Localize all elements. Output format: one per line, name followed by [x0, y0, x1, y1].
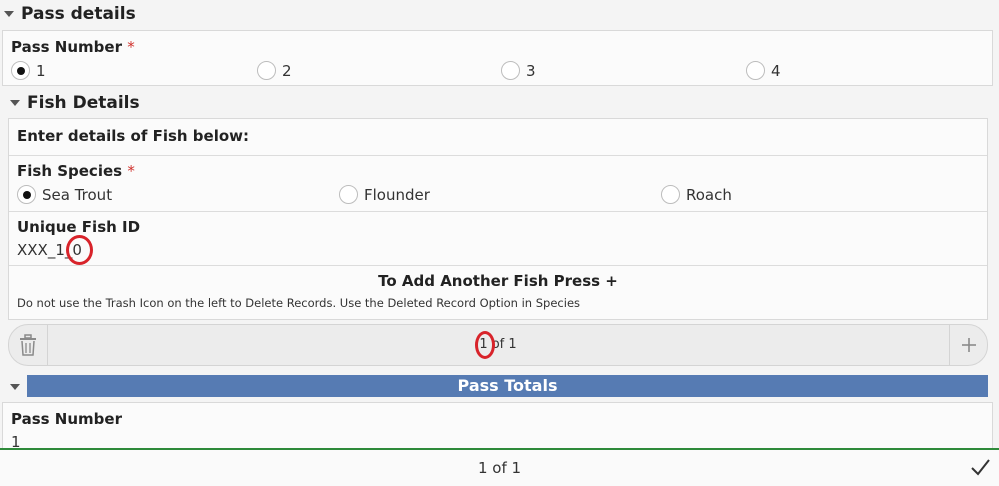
- trash-icon: [20, 334, 36, 356]
- radio-label: 4: [771, 61, 781, 80]
- radio-selected-icon: [11, 61, 30, 80]
- submit-button[interactable]: [969, 456, 993, 480]
- fish-species-label: Fish Species *: [17, 162, 135, 180]
- pass-number-option-1[interactable]: 1: [11, 61, 46, 80]
- collapse-triangle-icon: [10, 100, 20, 106]
- radio-label: 1: [36, 61, 46, 80]
- fish-details-panel: Enter details of Fish below: Fish Specie…: [8, 118, 988, 320]
- pass-details-header[interactable]: Pass details: [4, 4, 136, 24]
- radio-unselected-icon: [661, 185, 680, 204]
- pager-counter: 1 of 1: [47, 325, 949, 365]
- annotation-ring: [66, 235, 93, 265]
- pass-number-option-3[interactable]: 3: [501, 61, 536, 80]
- pass-totals-panel: Pass Number 1: [2, 402, 993, 451]
- fish-id-prefix: XXX_1_: [17, 241, 73, 259]
- radio-unselected-icon: [257, 61, 276, 80]
- pass-number-option-2[interactable]: 2: [257, 61, 292, 80]
- divider: [9, 265, 987, 266]
- species-option-flounder[interactable]: Flounder: [339, 185, 430, 204]
- radio-label: 3: [526, 61, 536, 80]
- divider: [9, 211, 987, 212]
- collapse-triangle-icon[interactable]: [10, 384, 20, 390]
- radio-label: Roach: [686, 185, 732, 204]
- fish-instruction-label: Enter details of Fish below:: [17, 127, 250, 145]
- required-mark: *: [127, 38, 135, 56]
- unique-fish-id-label: Unique Fish ID: [17, 218, 141, 236]
- collapse-triangle-icon: [4, 11, 14, 17]
- radio-label: Sea Trout: [42, 185, 113, 204]
- form-footer: 1 of 1: [0, 448, 999, 486]
- pass-number-panel: Pass Number * 1 2 3 4: [2, 30, 993, 86]
- record-pager: 1 of 1: [8, 324, 988, 366]
- pass-number-label-text: Pass Number: [11, 38, 122, 56]
- pass-totals-bar: Pass Totals: [27, 375, 988, 397]
- checkmark-icon: [971, 459, 990, 476]
- required-mark: *: [127, 162, 135, 180]
- divider: [9, 155, 987, 156]
- plus-icon: [962, 338, 976, 352]
- radio-selected-icon: [17, 185, 36, 204]
- add-record-button[interactable]: [950, 325, 988, 365]
- footer-pagination: 1 of 1: [477, 459, 522, 477]
- fish-details-header[interactable]: Fish Details: [10, 93, 140, 113]
- delete-record-button[interactable]: [9, 325, 47, 365]
- radio-label: 2: [282, 61, 292, 80]
- species-option-sea-trout[interactable]: Sea Trout: [17, 185, 112, 204]
- add-fish-note-subtitle: Do not use the Trash Icon on the left to…: [17, 296, 581, 310]
- pass-number-option-4[interactable]: 4: [746, 61, 781, 80]
- add-fish-note-title: To Add Another Fish Press +: [378, 272, 618, 290]
- radio-label: Flounder: [364, 185, 430, 204]
- species-option-roach[interactable]: Roach: [661, 185, 732, 204]
- fish-details-title: Fish Details: [27, 93, 140, 113]
- annotation-ring: [475, 331, 495, 359]
- radio-unselected-icon: [339, 185, 358, 204]
- pass-totals-number-label: Pass Number: [11, 410, 122, 428]
- pass-details-title: Pass details: [21, 4, 136, 24]
- radio-unselected-icon: [501, 61, 520, 80]
- fish-species-label-text: Fish Species: [17, 162, 123, 180]
- radio-unselected-icon: [746, 61, 765, 80]
- pass-number-label: Pass Number *: [11, 38, 135, 56]
